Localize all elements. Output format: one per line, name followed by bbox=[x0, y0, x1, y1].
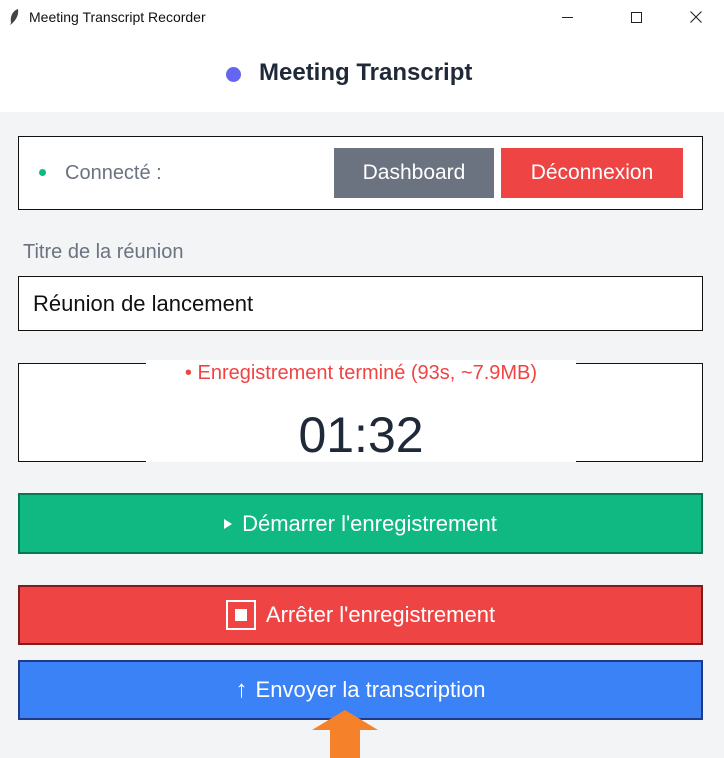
recording-status-text: • Enregistrement terminé (93s, ~7.9MB) bbox=[184, 362, 538, 384]
stop-recording-button[interactable]: Arrêter l'enregistrement bbox=[18, 585, 703, 645]
maximize-button[interactable] bbox=[613, 0, 659, 34]
recording-timer: 01:32 bbox=[298, 407, 424, 463]
minimize-icon bbox=[561, 16, 573, 18]
upload-arrow-icon: ↑ bbox=[235, 676, 248, 703]
send-transcript-label: Envoyer la transcription bbox=[255, 677, 486, 702]
close-icon bbox=[690, 11, 702, 23]
connection-label: Connecté : bbox=[65, 162, 162, 184]
meeting-title-label: Titre de la réunion bbox=[23, 241, 184, 263]
window-titlebar: Meeting Transcript Recorder bbox=[0, 0, 724, 34]
stop-recording-label: Arrêter l'enregistrement bbox=[265, 602, 496, 627]
close-button[interactable] bbox=[673, 0, 719, 34]
dashboard-button[interactable]: Dashboard bbox=[334, 148, 494, 198]
window-title: Meeting Transcript Recorder bbox=[29, 9, 206, 25]
meeting-title-input[interactable] bbox=[18, 276, 703, 331]
page-title: Meeting Transcript bbox=[259, 59, 473, 86]
stop-icon bbox=[225, 600, 256, 630]
logout-button[interactable]: Déconnexion bbox=[501, 148, 683, 198]
play-icon bbox=[224, 518, 233, 529]
start-recording-label: Démarrer l'enregistrement bbox=[242, 510, 497, 536]
minimize-button[interactable] bbox=[544, 0, 590, 34]
app-header: Meeting Transcript bbox=[0, 34, 724, 112]
recording-status-panel: • Enregistrement terminé (93s, ~7.9MB) 0… bbox=[18, 360, 703, 463]
maximize-icon bbox=[630, 11, 642, 23]
header-dot-icon bbox=[226, 67, 241, 82]
connection-status-dot-icon bbox=[39, 169, 46, 176]
start-recording-button[interactable]: Démarrer l'enregistrement bbox=[18, 493, 703, 554]
feather-icon bbox=[10, 9, 19, 25]
connection-panel: Connecté : Dashboard Déconnexion bbox=[18, 136, 703, 210]
pointer-arrow-icon bbox=[312, 710, 378, 758]
